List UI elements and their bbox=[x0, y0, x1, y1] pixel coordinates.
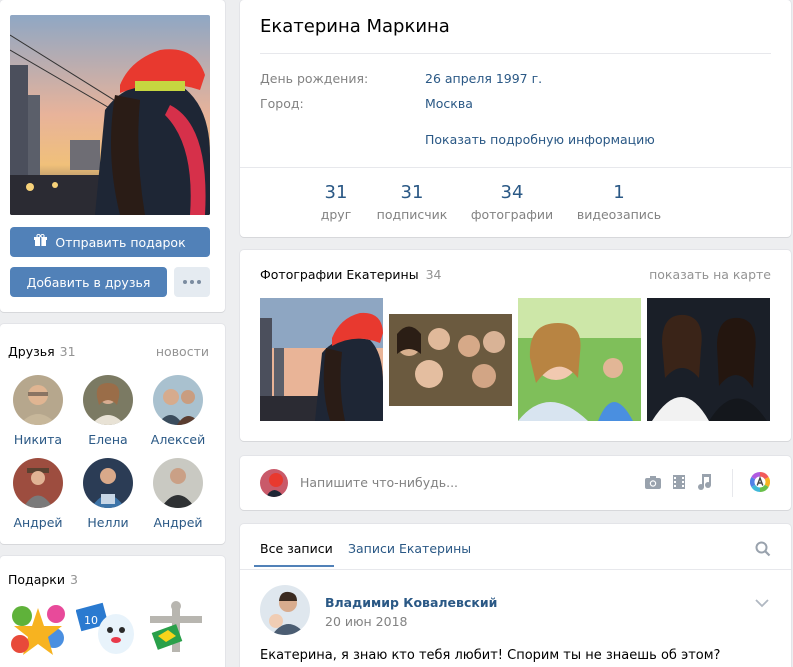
friend-name[interactable]: Андрей bbox=[143, 515, 213, 530]
gifts-header: Подарки 3 bbox=[8, 572, 209, 587]
photo-thumbnail[interactable] bbox=[260, 298, 383, 421]
friend-name[interactable]: Алексей bbox=[143, 432, 213, 447]
profile-photo[interactable] bbox=[10, 15, 210, 215]
birthday-label: День рождения: bbox=[260, 71, 369, 86]
photos-card: Фотографии Екатерины 34 показать на карт… bbox=[240, 250, 791, 441]
tab-all-posts[interactable]: Все записи bbox=[260, 541, 333, 556]
post-author-name[interactable]: Владимир Ковалевский bbox=[325, 595, 497, 610]
gifts-title[interactable]: Подарки bbox=[8, 572, 65, 587]
gift-balloon-star[interactable] bbox=[8, 598, 72, 662]
photos-count: 34 bbox=[425, 267, 442, 282]
friend-avatar[interactable] bbox=[13, 375, 63, 425]
stat-label: фотографии bbox=[470, 207, 554, 222]
friends-header: Друзья 31 новости bbox=[8, 344, 209, 359]
city-label: Город: bbox=[260, 96, 304, 111]
compose-card: Напишите что-нибудь... bbox=[240, 456, 791, 510]
film-icon[interactable] bbox=[670, 473, 688, 491]
friend-avatar[interactable] bbox=[83, 458, 133, 508]
chevron-down-icon[interactable] bbox=[755, 597, 769, 608]
photo-thumbnail[interactable] bbox=[647, 298, 770, 421]
stat-label: подписчик bbox=[376, 207, 448, 222]
gifts-card: Подарки 3 10 bbox=[0, 556, 225, 667]
friend-name[interactable]: Андрей bbox=[3, 515, 73, 530]
divider bbox=[240, 569, 791, 570]
friend-item[interactable]: Андрей bbox=[3, 458, 73, 530]
compose-avatar bbox=[260, 469, 288, 497]
post-author-avatar[interactable] bbox=[260, 585, 310, 635]
friend-item[interactable]: Нелли bbox=[73, 458, 143, 530]
friend-name[interactable]: Елена bbox=[73, 432, 143, 447]
friends-count: 31 bbox=[59, 344, 76, 359]
compose-input[interactable]: Напишите что-нибудь... bbox=[300, 475, 458, 490]
friend-avatar[interactable] bbox=[83, 375, 133, 425]
post-date[interactable]: 20 июн 2018 bbox=[325, 614, 407, 629]
stat-value: 1 bbox=[613, 182, 625, 203]
tab-owner-posts[interactable]: Записи Екатерины bbox=[348, 541, 471, 556]
birthday-value[interactable]: 26 апреля 1997 г. bbox=[425, 71, 542, 86]
divider bbox=[260, 53, 771, 54]
more-dot bbox=[197, 280, 201, 284]
gift-icon bbox=[34, 233, 48, 250]
music-note-icon[interactable] bbox=[696, 473, 714, 491]
divider bbox=[732, 469, 733, 497]
photos-title: Фотографии Екатерины bbox=[260, 267, 419, 282]
stat-videos[interactable]: 1 видеозапись bbox=[564, 182, 674, 222]
search-icon[interactable] bbox=[755, 541, 771, 557]
divider bbox=[240, 167, 791, 168]
friend-name[interactable]: Никита bbox=[3, 432, 73, 447]
city-value[interactable]: Москва bbox=[425, 96, 473, 111]
wall-card: Все записи Записи Екатерины Владимир Ков… bbox=[240, 524, 791, 667]
more-dots-icon bbox=[183, 280, 187, 284]
stat-value: 31 bbox=[400, 182, 424, 203]
send-gift-button[interactable]: Отправить подарок bbox=[10, 227, 210, 257]
more-actions-button[interactable] bbox=[174, 267, 210, 297]
camera-icon[interactable] bbox=[644, 473, 662, 491]
gift-cartoon[interactable]: 10 bbox=[75, 598, 140, 662]
active-tab-indicator bbox=[254, 565, 334, 567]
svg-text:10: 10 bbox=[84, 614, 98, 627]
friend-avatar[interactable] bbox=[153, 458, 203, 508]
avatar-card: Отправить подарок Добавить в друзья bbox=[0, 0, 225, 312]
friend-avatar[interactable] bbox=[13, 458, 63, 508]
show-on-map-link[interactable]: показать на карте bbox=[649, 267, 771, 282]
photo-thumbnail[interactable] bbox=[518, 298, 641, 421]
add-friend-button[interactable]: Добавить в друзья bbox=[10, 267, 167, 297]
friends-card: Друзья 31 новости Никита Елена Алексей Ан… bbox=[0, 324, 225, 544]
friends-title[interactable]: Друзья bbox=[8, 344, 55, 359]
gifts-count: 3 bbox=[69, 572, 78, 587]
friend-item[interactable]: Алексей bbox=[143, 375, 213, 447]
photos-header[interactable]: Фотографии Екатерины 34 bbox=[260, 267, 441, 282]
friend-avatar[interactable] bbox=[153, 375, 203, 425]
more-dot bbox=[190, 280, 194, 284]
add-friend-label: Добавить в друзья bbox=[26, 274, 151, 290]
friend-item[interactable]: Елена bbox=[73, 375, 143, 447]
poster-icon[interactable] bbox=[750, 472, 770, 492]
profile-name: Екатерина Маркина bbox=[260, 16, 450, 37]
friends-news-link[interactable]: новости bbox=[156, 344, 209, 359]
friend-item[interactable]: Андрей bbox=[143, 458, 213, 530]
show-more-info-link[interactable]: Показать подробную информацию bbox=[425, 132, 655, 147]
stat-label: видеозапись bbox=[576, 207, 662, 222]
gift-statue[interactable] bbox=[144, 598, 208, 662]
photo-thumbnail[interactable] bbox=[389, 314, 512, 406]
post-text: Екатерина, я знаю кто тебя любит! Спорим… bbox=[260, 648, 721, 663]
friend-name[interactable]: Нелли bbox=[73, 515, 143, 530]
friend-item[interactable]: Никита bbox=[3, 375, 73, 447]
send-gift-label: Отправить подарок bbox=[55, 234, 186, 250]
stat-photos[interactable]: 34 фотографии bbox=[457, 182, 567, 222]
profile-info-card: Екатерина Маркина День рождения: 26 апре… bbox=[240, 0, 791, 237]
stat-followers[interactable]: 31 подписчик bbox=[357, 182, 467, 222]
stat-value: 34 bbox=[500, 182, 524, 203]
